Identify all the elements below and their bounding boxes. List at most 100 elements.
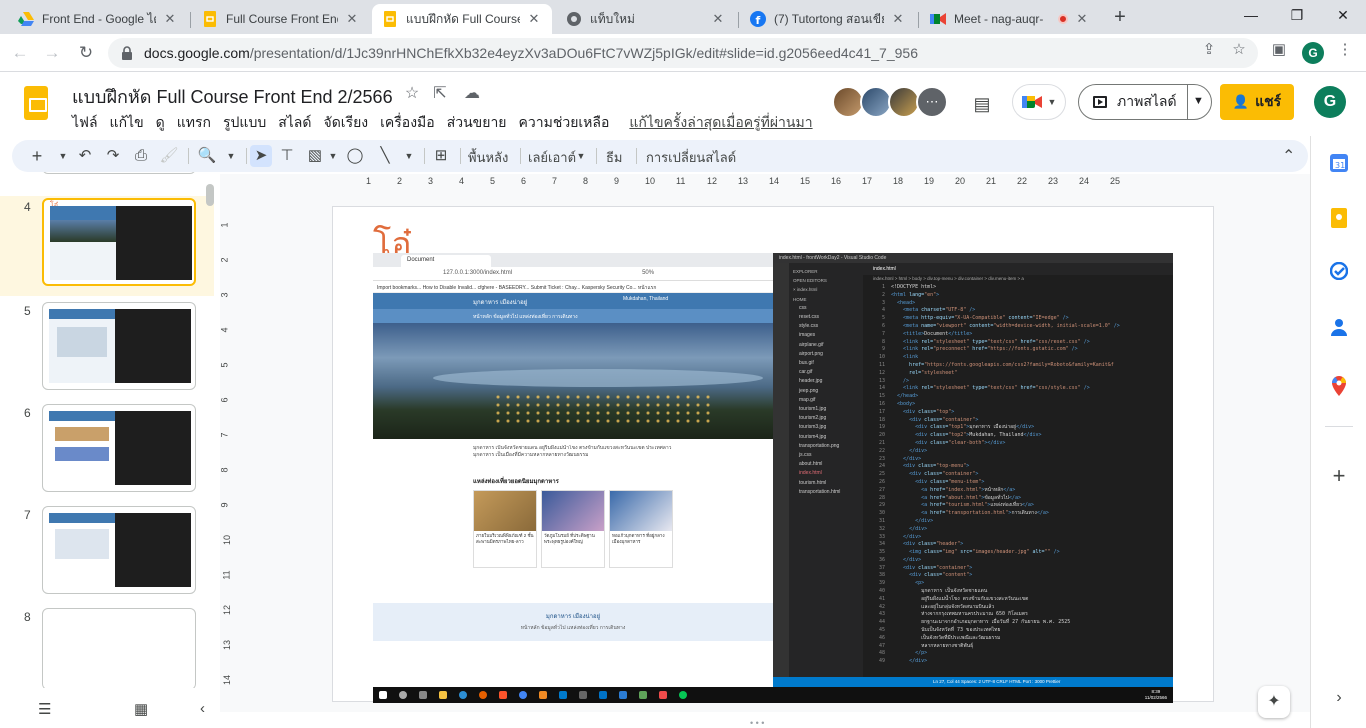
vertical-ruler[interactable]: 1 2 3 4 5 6 7 8 9 10 11 12 13 14 (220, 200, 234, 700)
slide-thumbnail[interactable] (42, 608, 196, 688)
chevron-down-icon[interactable]: ▼ (398, 145, 420, 167)
add-addon-icon[interactable]: + (1329, 465, 1349, 487)
browser-tab-5[interactable]: Meet - nag-auqr- ✕ (920, 4, 1100, 34)
comments-icon[interactable]: ▤ (970, 92, 994, 116)
ruler-tick-label: 25 (1110, 176, 1121, 186)
account-avatar[interactable]: G (1314, 86, 1346, 118)
horizontal-ruler[interactable]: 1 2 3 4 5 6 7 8 9 10 11 12 13 14 15 16 17 18 19 20 21 22 23 24 2… (332, 174, 1214, 188)
text-box-icon[interactable]: ⊤ (276, 145, 298, 167)
chevron-down-icon[interactable]: ▼ (52, 145, 74, 167)
chevron-down-icon[interactable]: ▼ (1193, 95, 1204, 107)
filmstrip-slide-3[interactable] (0, 172, 214, 180)
menu-tools[interactable]: เครื่องมือ (374, 110, 441, 136)
close-window-button[interactable]: ✕ (1320, 4, 1366, 28)
chevron-right-icon[interactable]: › (1329, 688, 1349, 708)
filmstrip-slide-5[interactable]: 5 (0, 300, 214, 400)
slide-thumbnail[interactable]: โอ๋ (42, 198, 196, 286)
theme-button[interactable]: ธีม (606, 147, 623, 168)
slideshow-button[interactable]: ภาพสไลด์ ▼ (1078, 84, 1212, 120)
reload-button[interactable]: ↻ (74, 41, 98, 65)
browser-tab-0[interactable]: Front End - Google ไดรฟ์ ✕ (8, 4, 188, 34)
slide-thumbnail[interactable] (42, 506, 196, 594)
side-panel-icon[interactable]: ▣ (1270, 41, 1288, 59)
shape-icon[interactable]: ◯ (344, 145, 366, 167)
transition-button[interactable]: การเปลี่ยนสไลด์ (646, 147, 736, 168)
cloud-saved-icon[interactable]: ☁ (462, 84, 482, 104)
slide-thumbnail[interactable] (42, 404, 196, 492)
maps-icon[interactable] (1329, 376, 1349, 396)
assistant-icon[interactable]: ✦ (1258, 686, 1290, 718)
bookmark-star-icon[interactable]: ☆ (1230, 41, 1248, 59)
menu-slide[interactable]: สไลด์ (272, 110, 317, 136)
close-icon[interactable]: ✕ (890, 11, 906, 27)
close-icon[interactable]: ✕ (1074, 11, 1090, 27)
line-icon[interactable]: ╲ (374, 145, 396, 167)
close-icon[interactable]: ✕ (526, 11, 542, 27)
layout-button[interactable]: เลย์เอาต์ (528, 147, 576, 168)
menu-extensions[interactable]: ส่วนขยาย (441, 110, 513, 136)
browser-tab-3[interactable]: แท็บใหม่ ✕ (556, 4, 736, 34)
slides-logo-icon[interactable] (24, 86, 48, 120)
more-menu-icon[interactable]: ⋮ (1336, 41, 1354, 59)
share-button[interactable]: 👤 แชร์ (1220, 84, 1294, 120)
new-slide-icon[interactable]: + (26, 145, 48, 167)
filmstrip-scrollbar[interactable] (206, 184, 214, 206)
keep-icon[interactable] (1329, 208, 1349, 228)
filmstrip-slide-4[interactable]: 4 โอ๋ (0, 196, 214, 296)
slide-thumbnail[interactable] (42, 172, 196, 174)
chevron-down-icon[interactable]: ▼ (322, 145, 344, 167)
new-tab-button[interactable]: + (1108, 6, 1132, 30)
menu-insert[interactable]: แทรก (171, 110, 217, 136)
menu-file[interactable]: ไฟล์ (66, 110, 104, 136)
more-users-icon[interactable]: ⋯ (916, 86, 948, 118)
share-page-icon[interactable]: ⇪ (1200, 41, 1218, 59)
calendar-icon[interactable]: 31 (1329, 154, 1349, 174)
menu-format[interactable]: รูปแบบ (217, 110, 272, 136)
tasks-icon[interactable] (1329, 261, 1349, 282)
move-folder-icon[interactable]: ⇱ (430, 84, 450, 104)
close-icon[interactable]: ✕ (162, 11, 178, 27)
filmstrip-slide-8[interactable]: 8 (0, 606, 214, 688)
restore-button[interactable]: ❐ (1274, 4, 1320, 28)
contacts-icon[interactable] (1329, 318, 1349, 338)
inner-browser-tab: Document (401, 255, 491, 267)
grid-view-icon[interactable]: ▦ (134, 700, 148, 718)
chevron-down-icon[interactable]: ▼ (570, 145, 592, 167)
menu-view[interactable]: ดู (150, 110, 171, 136)
back-button[interactable]: ← (8, 41, 32, 65)
filmstrip-view-icon[interactable]: ☰ (38, 700, 51, 718)
background-button[interactable]: พื้นหลัง (468, 147, 508, 168)
slide-screenshot-image[interactable]: Document 127.0.0.1:3000/index.html 50% Im… (373, 253, 1173, 703)
close-icon[interactable]: ✕ (710, 11, 726, 27)
document-title[interactable]: แบบฝึกหัด Full Course Front End 2/2566 (72, 82, 393, 111)
slide-thumbnail[interactable] (42, 302, 196, 390)
browser-tab-1[interactable]: Full Course Front End ✕ (192, 4, 370, 34)
browser-profile-avatar[interactable]: G (1302, 42, 1324, 64)
last-edit-link[interactable]: แก้ไขครั้งล่าสุดเมื่อครู่ที่ผ่านมา (623, 110, 818, 136)
add-comment-icon[interactable]: ⊞ (430, 145, 452, 167)
close-icon[interactable]: ✕ (344, 11, 360, 27)
address-bar[interactable]: docs.google.com/presentation/d/1Jc39nrHN… (108, 38, 1258, 68)
collapse-panel-icon[interactable]: ‹ (200, 700, 205, 717)
filmstrip-slide-6[interactable]: 6 (0, 402, 214, 502)
menu-edit[interactable]: แก้ไข (104, 110, 150, 136)
chevron-down-icon[interactable]: ▼ (220, 145, 242, 167)
menu-arrange[interactable]: จัดเรียง (317, 110, 374, 136)
meet-button[interactable]: ▼ (1012, 84, 1066, 120)
undo-icon[interactable]: ↶ (74, 145, 96, 167)
star-icon[interactable]: ☆ (402, 84, 422, 104)
forward-button[interactable]: → (40, 41, 64, 65)
zoom-icon[interactable]: 🔍 (196, 145, 218, 167)
browser-tab-4[interactable]: f (7) Tutortong สอนเขียนโ ✕ (740, 4, 916, 34)
redo-icon[interactable]: ↷ (102, 145, 124, 167)
chevron-up-icon[interactable]: ⌃ (1282, 146, 1295, 166)
paint-format-icon[interactable]: 🖌 (158, 145, 180, 167)
minimize-button[interactable]: — (1228, 4, 1274, 28)
browser-tab-2[interactable]: แบบฝึกหัด Full Course F ✕ (372, 4, 552, 34)
menu-help[interactable]: ความช่วยเหลือ (513, 110, 616, 136)
resize-grip[interactable]: • • • (750, 718, 764, 728)
select-cursor-icon[interactable]: ➤ (250, 145, 272, 167)
slide[interactable]: โอ๋ Document 127.0.0.1:3000/index.html 50… (332, 206, 1214, 703)
filmstrip-slide-7[interactable]: 7 (0, 504, 214, 604)
print-icon[interactable]: ⎙ (130, 145, 152, 167)
